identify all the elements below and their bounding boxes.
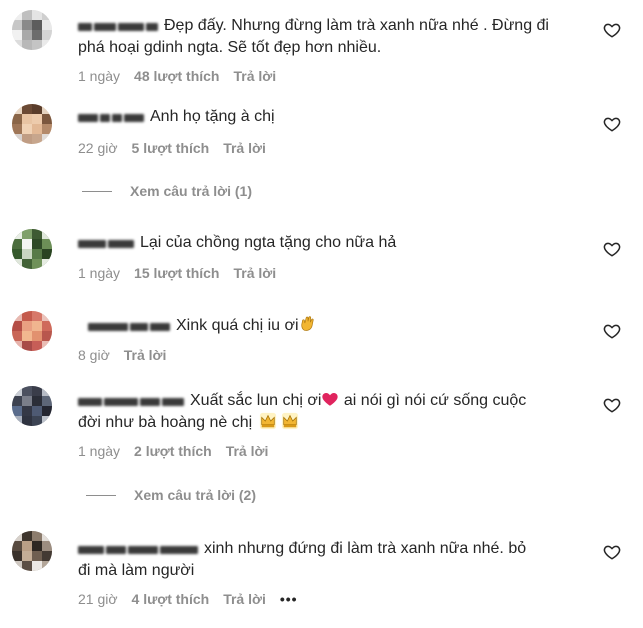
comment-meta: 1 ngày 2 lượt thích Trả lời (78, 442, 282, 460)
likes-count[interactable]: 5 lượt thích (132, 140, 210, 156)
username[interactable] (78, 106, 146, 122)
comment-time[interactable]: 1 ngày (78, 265, 120, 281)
avatar[interactable] (12, 531, 52, 571)
likes-count[interactable]: 2 lượt thích (134, 443, 212, 459)
comment-text-line2: phá hoại gdinh ngta. Sẽ tốt đẹp hơn nhiề… (78, 39, 382, 56)
likes-count[interactable]: 4 lượt thích (132, 591, 210, 607)
clapping-hands-emoji (300, 316, 314, 331)
username[interactable] (88, 315, 172, 331)
username[interactable] (78, 232, 136, 248)
view-replies-button[interactable]: Xem câu trả lời (1) (82, 182, 252, 200)
comment-meta: 1 ngày 15 lượt thích Trả lời (78, 264, 290, 282)
divider-dash (82, 191, 112, 192)
avatar[interactable] (12, 311, 52, 351)
comment-meta: 22 giờ 5 lượt thích Trả lời (78, 139, 280, 157)
comment-meta: 8 giờ Trả lời (78, 346, 180, 364)
comment-text: xinh nhưng đứng đi làm trà xanh nữa nhé.… (78, 537, 526, 561)
more-options-icon[interactable]: ••• (280, 591, 298, 607)
username[interactable] (78, 15, 160, 31)
avatar[interactable] (12, 104, 52, 144)
crown-emoji (282, 412, 299, 430)
crown-emoji (259, 412, 276, 430)
avatar[interactable] (12, 10, 52, 50)
comment-meta: 1 ngày 48 lượt thích Trả lời (78, 67, 290, 85)
likes-count[interactable]: 48 lượt thích (134, 68, 219, 84)
reply-button[interactable]: Trả lời (124, 347, 167, 363)
comment-text-line2: đời như bà hoàng nè chị (78, 411, 299, 435)
divider-dash (86, 495, 116, 496)
username[interactable] (78, 390, 186, 406)
reply-button[interactable]: Trả lời (226, 443, 269, 459)
comment-text: Xuất sắc lun chị ơi ai nói gì nói cứ sốn… (78, 389, 526, 413)
view-replies-button[interactable]: Xem câu trả lời (2) (86, 486, 256, 504)
comment-meta: 21 giờ 4 lượt thích Trả lời ••• (78, 590, 312, 608)
heart-outline-icon[interactable] (603, 322, 621, 340)
comment-text: Lại của chồng ngta tặng cho nữa hả (78, 231, 396, 255)
heart-outline-icon[interactable] (603, 543, 621, 561)
avatar[interactable] (12, 229, 52, 269)
heart-outline-icon[interactable] (603, 396, 621, 414)
avatar[interactable] (12, 386, 52, 426)
comment-time[interactable]: 1 ngày (78, 68, 120, 84)
heart-outline-icon[interactable] (603, 115, 621, 133)
reply-button[interactable]: Trả lời (233, 265, 276, 281)
comment-time[interactable]: 1 ngày (78, 443, 120, 459)
comment-time[interactable]: 22 giờ (78, 140, 118, 156)
comment-text: Anh họ tặng à chị (78, 105, 275, 129)
comment-time[interactable]: 8 giờ (78, 347, 110, 363)
red-heart-emoji (322, 393, 339, 406)
comment-text: Xink quá chị iu ơi (78, 314, 317, 338)
comment-text: Đẹp đấy. Nhưng đừng làm trà xanh nữa nhé… (78, 14, 549, 38)
comment-time[interactable]: 21 giờ (78, 591, 118, 607)
reply-button[interactable]: Trả lời (233, 68, 276, 84)
heart-outline-icon[interactable] (603, 240, 621, 258)
likes-count[interactable]: 15 lượt thích (134, 265, 219, 281)
comment-text-line2: đi mà làm người (78, 562, 195, 579)
username[interactable] (78, 538, 200, 554)
reply-button[interactable]: Trả lời (223, 591, 266, 607)
heart-outline-icon[interactable] (603, 21, 621, 39)
reply-button[interactable]: Trả lời (223, 140, 266, 156)
